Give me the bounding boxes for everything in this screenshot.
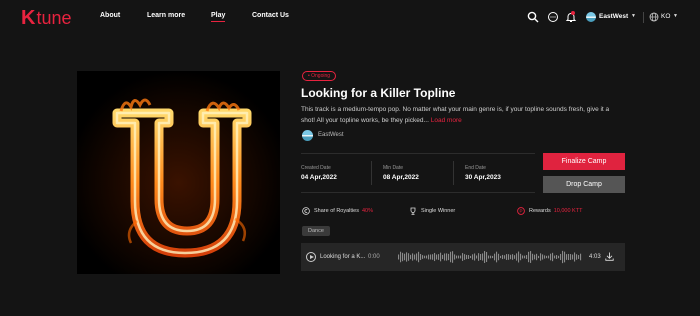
waveform-scrubber[interactable] — [398, 249, 583, 265]
ktune-logo[interactable]: K tune — [21, 8, 72, 28]
reward-coin-icon: P — [517, 207, 525, 215]
royalties-info: Share of Royalties 40% — [302, 206, 373, 216]
language-chevron-down-icon[interactable]: ▼ — [673, 13, 678, 19]
header-divider — [643, 12, 644, 23]
genre-tag[interactable]: Dance — [302, 226, 330, 236]
fire-letter-u-image — [77, 71, 280, 274]
language-selector[interactable]: KO — [661, 13, 670, 20]
logo-k: K — [21, 7, 36, 29]
notification-badge — [571, 11, 575, 15]
logo-text: tune — [36, 8, 72, 28]
royalties-label: Share of Royalties — [314, 208, 359, 214]
end-date-label: End Date — [465, 165, 486, 171]
dates-panel: Created Date 04 Apr,2022 Min Date 08 Apr… — [301, 153, 535, 193]
finalize-camp-button[interactable]: Finalize Camp — [543, 153, 625, 170]
play-icon[interactable] — [306, 252, 316, 262]
search-icon[interactable] — [527, 11, 539, 23]
camp-description: This track is a medium-tempo pop. No mat… — [301, 104, 621, 126]
user-name[interactable]: EastWest — [599, 13, 628, 20]
user-menu-chevron-down-icon[interactable]: ▼ — [631, 13, 636, 19]
royalties-value: 40% — [361, 208, 373, 214]
nav-contact-us[interactable]: Contact Us — [252, 12, 289, 19]
user-avatar[interactable] — [586, 12, 596, 22]
camp-title: Looking for a Killer Topline — [301, 86, 456, 100]
rewards-label: Rewards — [529, 208, 551, 214]
chat-icon[interactable] — [547, 11, 559, 23]
download-icon[interactable] — [605, 252, 614, 261]
winner-label: Single Winner — [421, 208, 456, 214]
winner-info: Single Winner — [409, 206, 455, 216]
load-more-link[interactable]: Load more — [431, 117, 462, 124]
top-header: K tune About Learn more Play Contact Us … — [0, 0, 700, 38]
nav-about[interactable]: About — [100, 12, 120, 19]
drop-camp-button[interactable]: Drop Camp — [543, 176, 625, 193]
nav-play[interactable]: Play — [211, 12, 226, 22]
globe-icon[interactable] — [649, 12, 659, 22]
owner-avatar[interactable] — [302, 130, 313, 141]
rewards-info: P Rewards 10,000 KTT — [517, 206, 582, 216]
created-date-value: 04 Apr,2022 — [301, 174, 337, 181]
time-start: 0:00 — [368, 254, 380, 260]
status-badge: • Ongoing — [302, 71, 337, 81]
audio-player: Looking for a K... 0:00 4:03 — [301, 243, 625, 271]
copyright-icon — [302, 207, 310, 215]
track-name: Looking for a K... — [320, 254, 366, 260]
svg-text:P: P — [519, 209, 522, 214]
time-end: 4:03 — [589, 254, 601, 260]
trophy-icon — [410, 207, 416, 215]
owner-name[interactable]: EastWest — [318, 132, 344, 138]
date-divider — [453, 161, 454, 185]
end-date-value: 30 Apr,2023 — [465, 174, 501, 181]
created-date-label: Created Date — [301, 165, 331, 171]
date-divider — [371, 161, 372, 185]
rewards-value: 10,000 KTT — [553, 208, 583, 214]
min-date-value: 08 Apr,2022 — [383, 174, 419, 181]
nav-learn-more[interactable]: Learn more — [147, 12, 185, 19]
cover-art — [77, 71, 280, 274]
min-date-label: Min Date — [383, 165, 404, 171]
